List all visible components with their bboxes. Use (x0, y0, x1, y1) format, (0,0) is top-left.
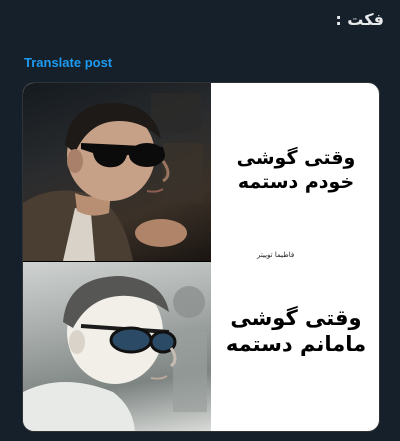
caption-mom-phone: وقتی گوشی مامانم دستمه (225, 306, 367, 357)
post-text: فکت : (335, 10, 384, 29)
watermark-text: فاطیما توییتر (257, 251, 295, 259)
meme-photo-bright (23, 262, 211, 431)
caption-own-phone: وقتی گوشی خودم دستمه (236, 147, 356, 193)
meme-photo-dark (23, 83, 211, 261)
translate-post-link[interactable]: Translate post (24, 55, 112, 70)
post-image[interactable]: وقتی گوشی خودم دستمه فاطیما توییتر وقتی … (22, 82, 380, 432)
